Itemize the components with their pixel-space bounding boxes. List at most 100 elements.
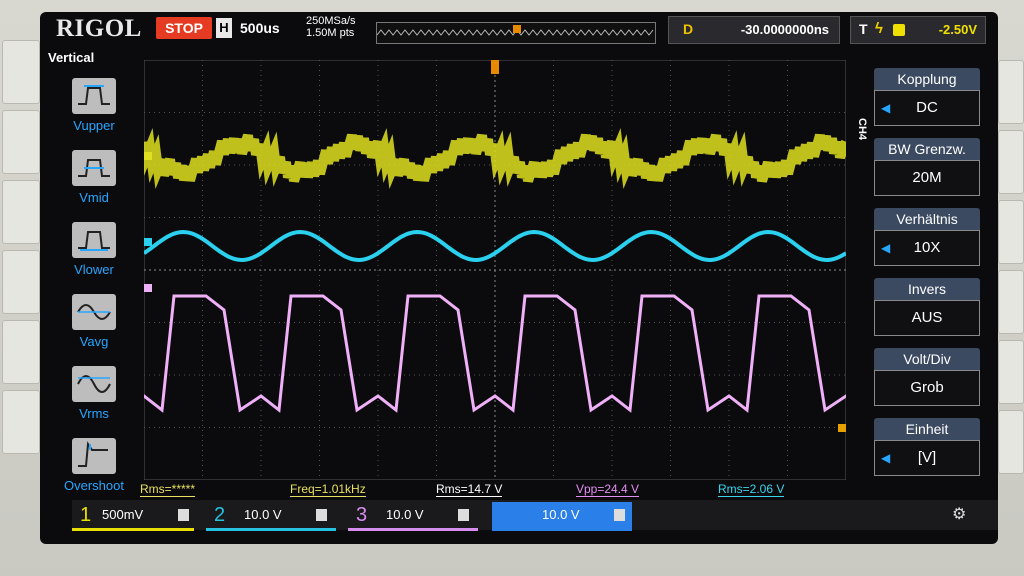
status-bar: RIGOL STOP H 500us 250MSa/s 1.50M pts D … — [40, 12, 998, 46]
channel-2-marker — [144, 238, 152, 246]
bezel-button-right-2[interactable] — [998, 130, 1024, 194]
channel-4-number: 4 — [500, 504, 512, 526]
channel-3-number: 3 — [356, 504, 368, 526]
vavg-icon — [72, 294, 116, 330]
delay-label: D — [683, 21, 694, 37]
verhaeltnis-value[interactable]: ◀ 10X — [874, 230, 980, 266]
channel-3-tab[interactable]: 3 10.0 V — [348, 502, 478, 531]
channel-2-scale: 10.0 V — [244, 507, 282, 522]
measurement-freq: Freq=1.01kHz — [290, 482, 366, 497]
kopplung-value-text: DC — [916, 99, 938, 116]
bw-value[interactable]: 20M — [874, 160, 980, 196]
vlower-icon — [72, 222, 116, 258]
vrms-icon — [72, 366, 116, 402]
menu-bw-grenzw[interactable]: BW Grenzw. 20M — [874, 138, 980, 196]
channel-2-tab[interactable]: 2 10.0 V — [206, 502, 336, 531]
trigger-edge-icon: ϟ — [875, 20, 883, 37]
run-stop-indicator[interactable]: STOP — [156, 17, 212, 39]
cycle-arrow-icon: ◀ — [881, 451, 891, 465]
bezel-button-right-5[interactable] — [998, 340, 1024, 404]
invers-value[interactable]: AUS — [874, 300, 980, 336]
channel-4-scale: 10.0 V — [542, 507, 580, 522]
measure-item-overshoot[interactable]: Overshoot — [40, 438, 138, 508]
trigger-level-marker — [838, 424, 846, 432]
memory-waveform-preview — [376, 25, 654, 36]
channel-3-scale: 10.0 V — [386, 507, 424, 522]
measurement-bar: Rms=***** Freq=1.01kHz Rms=14.7 V Vpp=24… — [140, 482, 860, 497]
menu-einheit[interactable]: Einheit ◀ [V] — [874, 418, 980, 476]
measure-item-vlower[interactable]: Vlower — [40, 222, 138, 292]
channel-1-bw-icon — [178, 509, 189, 521]
menu-kopplung[interactable]: Kopplung ◀ DC — [874, 68, 980, 126]
bw-value-text: 20M — [912, 169, 942, 186]
bezel-button-left-2[interactable] — [2, 110, 40, 174]
delay-box[interactable]: D -30.0000000ns — [668, 16, 840, 44]
channel-1-number: 1 — [80, 504, 92, 526]
brand-logo: RIGOL — [56, 15, 142, 42]
channel-menu-label: CH4 — [856, 118, 868, 141]
measure-item-vavg[interactable]: Vavg — [40, 294, 138, 364]
invers-value-text: AUS — [911, 309, 943, 326]
bezel-button-right-6[interactable] — [998, 410, 1024, 474]
timebase-value[interactable]: 500us — [240, 20, 280, 36]
bezel-button-left-5[interactable] — [2, 320, 40, 384]
menu-verhaeltnis[interactable]: Verhältnis ◀ 10X — [874, 208, 980, 266]
einheit-value-text: [V] — [917, 449, 937, 466]
vmid-icon — [72, 150, 116, 186]
vertical-measure-menu: Vertical Vupper Vmid Vlower Vavg Vrms Ov… — [40, 48, 138, 498]
measurement-rms-1: Rms=***** — [140, 482, 196, 497]
bezel-button-right-3[interactable] — [998, 200, 1024, 264]
waveform-canvas — [43, 59, 964, 481]
menu-volt-div[interactable]: Volt/Div Grob — [874, 348, 980, 406]
bw-header: BW Grenzw. — [874, 138, 980, 160]
scope-screen: RIGOL STOP H 500us 250MSa/s 1.50M pts D … — [40, 12, 998, 544]
vupper-icon — [72, 78, 116, 114]
cycle-arrow-icon: ◀ — [881, 101, 891, 115]
channel-bar: 1 500mV 2 10.0 V 3 10.0 V 4 10.0 V ⚙ — [72, 500, 998, 531]
delay-value: -30.0000000ns — [740, 22, 829, 37]
channel-3-waveform — [43, 294, 964, 413]
trigger-position-marker — [513, 25, 521, 33]
sample-rate: 250MSa/s — [306, 15, 356, 27]
measure-item-vupper[interactable]: Vupper — [40, 78, 138, 148]
measure-item-vrms[interactable]: Vrms — [40, 366, 138, 436]
cycle-arrow-icon: ◀ — [881, 241, 891, 255]
einheit-header: Einheit — [874, 418, 980, 440]
verhaeltnis-header: Verhältnis — [874, 208, 980, 230]
bezel-button-left-3[interactable] — [2, 180, 40, 244]
trigger-source-icon — [893, 24, 905, 36]
menu-invers[interactable]: Invers AUS — [874, 278, 980, 336]
menu-title: Vertical — [48, 50, 95, 65]
kopplung-value[interactable]: ◀ DC — [874, 90, 980, 126]
measurement-rms-3: Rms=14.7 V — [436, 482, 503, 497]
vrms-label: Vrms — [79, 406, 109, 421]
trigger-level: -2.50V — [938, 22, 977, 37]
measurement-vpp: Vpp=24.4 V — [576, 482, 640, 497]
vlower-label: Vlower — [74, 262, 114, 277]
channel-4-bw-icon — [614, 509, 625, 521]
trigger-time-marker — [491, 60, 499, 74]
bezel-button-left-1[interactable] — [2, 40, 40, 104]
bezel-button-right-4[interactable] — [998, 270, 1024, 334]
voltdiv-value-text: Grob — [910, 379, 944, 396]
voltdiv-value[interactable]: Grob — [874, 370, 980, 406]
channel-3-bw-icon — [458, 509, 469, 521]
vavg-label: Vavg — [79, 334, 109, 349]
usb-icon: ⚙ — [952, 506, 967, 523]
horizontal-label: H — [216, 18, 232, 38]
bezel-button-left-4[interactable] — [2, 250, 40, 314]
trigger-label: T — [859, 21, 868, 37]
measure-item-vmid[interactable]: Vmid — [40, 150, 138, 220]
invers-header: Invers — [874, 278, 980, 300]
channel-4-tab[interactable]: 4 10.0 V — [492, 502, 632, 531]
waveform-display[interactable] — [43, 59, 964, 481]
acquisition-info: 250MSa/s 1.50M pts — [306, 15, 356, 39]
trigger-box[interactable]: T ϟ -2.50V — [850, 16, 986, 44]
channel-2-number: 2 — [214, 504, 226, 526]
channel-1-tab[interactable]: 1 500mV — [72, 502, 194, 531]
voltdiv-header: Volt/Div — [874, 348, 980, 370]
einheit-value[interactable]: ◀ [V] — [874, 440, 980, 476]
bezel-button-right-1[interactable] — [998, 60, 1024, 124]
bezel-button-left-6[interactable] — [2, 390, 40, 454]
memory-overview-bar — [376, 22, 656, 44]
